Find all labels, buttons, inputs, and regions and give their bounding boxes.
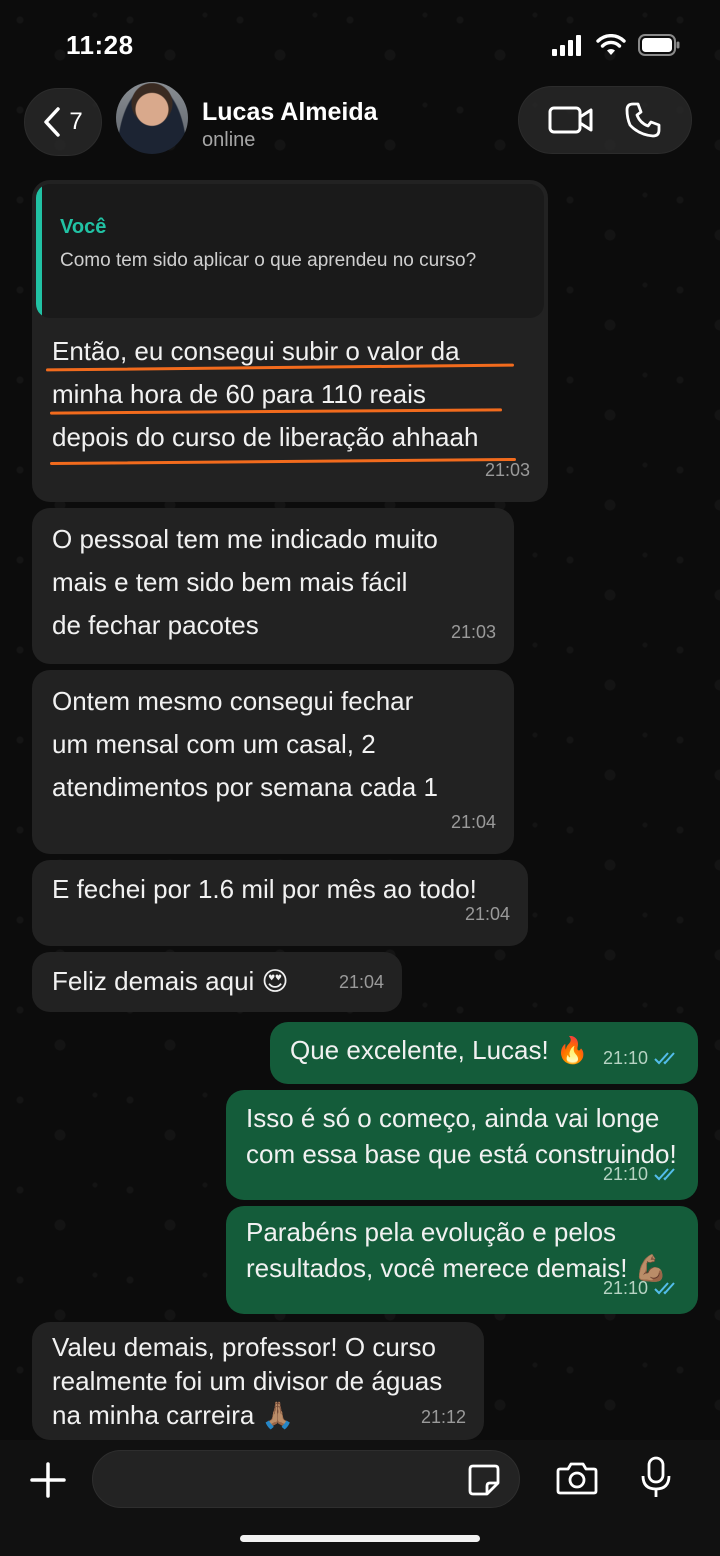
microphone-icon[interactable] <box>640 1456 672 1500</box>
message-line: mais e tem sido bem mais fácil <box>52 567 408 597</box>
quote-text: Como tem sido aplicar o que aprendeu no … <box>60 250 477 271</box>
message-time: 21:03 <box>450 622 496 642</box>
home-indicator[interactable] <box>240 1535 480 1542</box>
chat-header: 7 Lucas Almeida online <box>0 80 720 170</box>
unread-count: 7 <box>69 108 83 135</box>
message-bubble-outgoing[interactable]: Isso é só o começo, ainda vai longe com … <box>226 1090 698 1200</box>
message-line: Parabéns pela evolução e pelos <box>246 1217 617 1247</box>
double-check-icon <box>654 1050 680 1066</box>
back-button[interactable]: 7 <box>24 88 102 156</box>
status-icons <box>552 34 680 56</box>
message-input[interactable] <box>92 1450 520 1508</box>
quote-accent-bar <box>36 184 42 318</box>
message-line: Valeu demais, professor! O curso <box>52 1332 436 1362</box>
message-time: 21:12 <box>420 1407 466 1427</box>
sticker-icon[interactable] <box>467 1463 501 1497</box>
quote-author: Você <box>60 216 107 238</box>
quoted-message[interactable]: Você Como tem sido aplicar o que aprende… <box>36 184 544 318</box>
video-camera-icon[interactable] <box>548 105 594 135</box>
camera-icon[interactable] <box>556 1460 598 1496</box>
status-time: 11:28 <box>66 30 134 60</box>
message-bubble-incoming[interactable]: Ontem mesmo consegui fechar um mensal co… <box>32 670 514 854</box>
message-line: E fechei por 1.6 mil por mês ao todo! <box>52 874 477 904</box>
contact-name[interactable]: Lucas Almeida <box>202 98 378 127</box>
message-line: atendimentos por semana cada 1 <box>52 772 438 802</box>
plus-icon[interactable] <box>28 1460 68 1500</box>
message-line: Ontem mesmo consegui fechar <box>52 686 414 716</box>
message-bubble-incoming[interactable]: O pessoal tem me indicado muito mais e t… <box>32 508 514 664</box>
message-time: 21:04 <box>450 812 496 832</box>
message-bubble-incoming[interactable]: Você Como tem sido aplicar o que aprende… <box>32 180 548 502</box>
message-time-text: 21:10 <box>602 1164 648 1184</box>
message-time: 21:10 <box>603 1270 680 1306</box>
message-line: O pessoal tem me indicado muito <box>52 524 438 554</box>
message-time: 21:04 <box>338 972 384 992</box>
highlight-underline <box>49 457 517 466</box>
double-check-icon <box>654 1166 680 1182</box>
message-time: 21:10 <box>603 1038 680 1078</box>
message-line: um mensal com um casal, 2 <box>52 729 376 759</box>
avatar[interactable] <box>116 82 188 154</box>
message-line: depois do curso de liberação ahhaah <box>52 422 479 452</box>
battery-icon <box>638 34 680 56</box>
message-bubble-incoming[interactable]: Feliz demais aqui 😍 21:04 <box>32 952 402 1012</box>
message-line: Isso é só o começo, ainda vai longe <box>246 1103 660 1133</box>
message-bubble-incoming[interactable]: Valeu demais, professor! O curso realmen… <box>32 1322 484 1440</box>
message-line: de fechar pacotes <box>52 610 259 640</box>
message-line: na minha carreira 🙏🏽 <box>52 1400 294 1430</box>
message-time-text: 21:10 <box>602 1278 648 1298</box>
chevron-left-icon <box>43 107 61 137</box>
message-line: realmente foi um divisor de águas <box>52 1366 443 1396</box>
message-bubble-incoming[interactable]: E fechei por 1.6 mil por mês ao todo! 21… <box>32 860 528 946</box>
wifi-icon <box>596 34 626 56</box>
call-actions <box>518 86 692 154</box>
double-check-icon <box>654 1280 680 1296</box>
message-bubble-outgoing[interactable]: Parabéns pela evolução e pelos resultado… <box>226 1206 698 1314</box>
message-time: 21:03 <box>484 460 530 480</box>
signal-icon <box>552 34 584 56</box>
message-time-text: 21:10 <box>602 1048 648 1068</box>
message-time: 21:10 <box>603 1156 680 1192</box>
contact-status: online <box>202 129 256 151</box>
status-bar: 11:28 <box>0 0 720 80</box>
message-bubble-outgoing[interactable]: Que excelente, Lucas! 🔥 21:10 <box>270 1022 698 1084</box>
phone-icon[interactable] <box>624 101 662 139</box>
message-time: 21:04 <box>464 904 510 924</box>
